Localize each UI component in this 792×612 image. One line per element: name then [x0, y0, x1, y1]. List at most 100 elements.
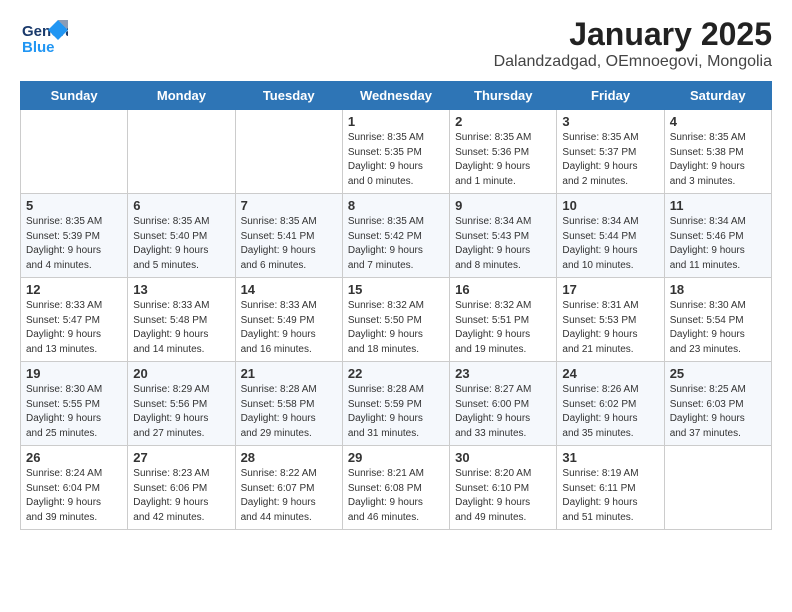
calendar-cell: 12 Sunrise: 8:33 AM Sunset: 5:47 PM Dayli… — [21, 278, 128, 362]
cell-info: Sunrise: 8:35 AM Sunset: 5:36 PM Dayligh… — [455, 131, 551, 189]
calendar-cell: 10 Sunrise: 8:34 AM Sunset: 5:44 PM Dayli… — [557, 194, 664, 278]
cell-info: Sunrise: 8:35 AM Sunset: 5:42 PM Dayligh… — [348, 215, 444, 273]
calendar-cell: 31 Sunrise: 8:19 AM Sunset: 6:11 PM Dayli… — [557, 446, 664, 530]
page-header: General Blue January 2025 Dalandzadgad, … — [20, 16, 772, 71]
cell-info: Sunrise: 8:28 AM Sunset: 5:58 PM Dayligh… — [241, 383, 337, 441]
calendar-cell: 18 Sunrise: 8:30 AM Sunset: 5:54 PM Dayli… — [664, 278, 771, 362]
date-number: 11 — [670, 198, 766, 213]
calendar-cell: 22 Sunrise: 8:28 AM Sunset: 5:59 PM Dayli… — [342, 362, 449, 446]
cell-info: Sunrise: 8:25 AM Sunset: 6:03 PM Dayligh… — [670, 383, 766, 441]
date-number: 29 — [348, 450, 444, 465]
date-number: 31 — [562, 450, 658, 465]
day-header-thursday: Thursday — [450, 82, 557, 110]
date-number: 21 — [241, 366, 337, 381]
cell-info: Sunrise: 8:32 AM Sunset: 5:50 PM Dayligh… — [348, 299, 444, 357]
calendar-cell: 7Sunrise: 8:35 AM Sunset: 5:41 PM Daylig… — [235, 194, 342, 278]
date-number: 20 — [133, 366, 229, 381]
date-number: 5 — [26, 198, 122, 213]
header-row: SundayMondayTuesdayWednesdayThursdayFrid… — [21, 82, 772, 110]
page-container: General Blue January 2025 Dalandzadgad, … — [0, 0, 792, 546]
date-number: 30 — [455, 450, 551, 465]
cell-info: Sunrise: 8:33 AM Sunset: 5:47 PM Dayligh… — [26, 299, 122, 357]
date-number: 2 — [455, 114, 551, 129]
day-header-friday: Friday — [557, 82, 664, 110]
cell-info: Sunrise: 8:23 AM Sunset: 6:06 PM Dayligh… — [133, 467, 229, 525]
calendar-cell: 15 Sunrise: 8:32 AM Sunset: 5:50 PM Dayli… — [342, 278, 449, 362]
date-number: 22 — [348, 366, 444, 381]
cell-info: Sunrise: 8:35 AM Sunset: 5:38 PM Dayligh… — [670, 131, 766, 189]
cell-info: Sunrise: 8:28 AM Sunset: 5:59 PM Dayligh… — [348, 383, 444, 441]
date-number: 12 — [26, 282, 122, 297]
calendar-cell — [664, 446, 771, 530]
date-number: 28 — [241, 450, 337, 465]
cell-info: Sunrise: 8:26 AM Sunset: 6:02 PM Dayligh… — [562, 383, 658, 441]
day-header-wednesday: Wednesday — [342, 82, 449, 110]
cell-info: Sunrise: 8:33 AM Sunset: 5:49 PM Dayligh… — [241, 299, 337, 357]
date-number: 16 — [455, 282, 551, 297]
date-number: 18 — [670, 282, 766, 297]
date-number: 24 — [562, 366, 658, 381]
cell-info: Sunrise: 8:22 AM Sunset: 6:07 PM Dayligh… — [241, 467, 337, 525]
date-number: 17 — [562, 282, 658, 297]
calendar-cell: 11 Sunrise: 8:34 AM Sunset: 5:46 PM Dayli… — [664, 194, 771, 278]
cell-info: Sunrise: 8:35 AM Sunset: 5:37 PM Dayligh… — [562, 131, 658, 189]
cell-info: Sunrise: 8:35 AM Sunset: 5:40 PM Dayligh… — [133, 215, 229, 273]
date-number: 6 — [133, 198, 229, 213]
calendar-cell: 19 Sunrise: 8:30 AM Sunset: 5:55 PM Dayli… — [21, 362, 128, 446]
calendar-cell: 5 Sunrise: 8:35 AM Sunset: 5:39 PM Daylig… — [21, 194, 128, 278]
cell-info: Sunrise: 8:30 AM Sunset: 5:54 PM Dayligh… — [670, 299, 766, 357]
calendar-cell: 28 Sunrise: 8:22 AM Sunset: 6:07 PM Dayli… — [235, 446, 342, 530]
cell-info: Sunrise: 8:29 AM Sunset: 5:56 PM Dayligh… — [133, 383, 229, 441]
date-number: 13 — [133, 282, 229, 297]
date-number: 3 — [562, 114, 658, 129]
calendar-cell: 29 Sunrise: 8:21 AM Sunset: 6:08 PM Dayli… — [342, 446, 449, 530]
calendar-cell: 24 Sunrise: 8:26 AM Sunset: 6:02 PM Dayli… — [557, 362, 664, 446]
cell-info: Sunrise: 8:19 AM Sunset: 6:11 PM Dayligh… — [562, 467, 658, 525]
cell-info: Sunrise: 8:27 AM Sunset: 6:00 PM Dayligh… — [455, 383, 551, 441]
subtitle: Dalandzadgad, OEmnoegovi, Mongolia — [494, 53, 772, 71]
calendar-cell: 23Sunrise: 8:27 AM Sunset: 6:00 PM Dayli… — [450, 362, 557, 446]
calendar-cell: 8 Sunrise: 8:35 AM Sunset: 5:42 PM Daylig… — [342, 194, 449, 278]
logo: General Blue — [20, 16, 68, 60]
calendar-cell: 1Sunrise: 8:35 AM Sunset: 5:35 PM Daylig… — [342, 110, 449, 194]
calendar-cell: 4 Sunrise: 8:35 AM Sunset: 5:38 PM Daylig… — [664, 110, 771, 194]
calendar-cell: 13Sunrise: 8:33 AM Sunset: 5:48 PM Dayli… — [128, 278, 235, 362]
calendar-cell — [235, 110, 342, 194]
date-number: 7 — [241, 198, 337, 213]
calendar-cell: 20 Sunrise: 8:29 AM Sunset: 5:56 PM Dayli… — [128, 362, 235, 446]
date-number: 8 — [348, 198, 444, 213]
calendar-cell: 25 Sunrise: 8:25 AM Sunset: 6:03 PM Dayli… — [664, 362, 771, 446]
cell-info: Sunrise: 8:21 AM Sunset: 6:08 PM Dayligh… — [348, 467, 444, 525]
week-row-3: 12 Sunrise: 8:33 AM Sunset: 5:47 PM Dayli… — [21, 278, 772, 362]
calendar-cell: 3 Sunrise: 8:35 AM Sunset: 5:37 PM Daylig… — [557, 110, 664, 194]
calendar-cell: 27 Sunrise: 8:23 AM Sunset: 6:06 PM Dayli… — [128, 446, 235, 530]
week-row-5: 26Sunrise: 8:24 AM Sunset: 6:04 PM Dayli… — [21, 446, 772, 530]
week-row-4: 19 Sunrise: 8:30 AM Sunset: 5:55 PM Dayli… — [21, 362, 772, 446]
date-number: 19 — [26, 366, 122, 381]
cell-info: Sunrise: 8:34 AM Sunset: 5:46 PM Dayligh… — [670, 215, 766, 273]
calendar-cell: 21 Sunrise: 8:28 AM Sunset: 5:58 PM Dayli… — [235, 362, 342, 446]
calendar-cell: 30 Sunrise: 8:20 AM Sunset: 6:10 PM Dayli… — [450, 446, 557, 530]
date-number: 14 — [241, 282, 337, 297]
date-number: 25 — [670, 366, 766, 381]
cell-info: Sunrise: 8:35 AM Sunset: 5:39 PM Dayligh… — [26, 215, 122, 273]
calendar-cell: 6 Sunrise: 8:35 AM Sunset: 5:40 PM Daylig… — [128, 194, 235, 278]
cell-info: Sunrise: 8:20 AM Sunset: 6:10 PM Dayligh… — [455, 467, 551, 525]
cell-info: Sunrise: 8:32 AM Sunset: 5:51 PM Dayligh… — [455, 299, 551, 357]
title-block: January 2025 Dalandzadgad, OEmnoegovi, M… — [494, 16, 772, 71]
date-number: 10 — [562, 198, 658, 213]
calendar-table: SundayMondayTuesdayWednesdayThursdayFrid… — [20, 81, 772, 530]
calendar-cell — [128, 110, 235, 194]
week-row-2: 5 Sunrise: 8:35 AM Sunset: 5:39 PM Daylig… — [21, 194, 772, 278]
date-number: 15 — [348, 282, 444, 297]
main-title: January 2025 — [494, 16, 772, 53]
logo-icon: General Blue — [20, 16, 68, 60]
cell-info: Sunrise: 8:34 AM Sunset: 5:44 PM Dayligh… — [562, 215, 658, 273]
date-number: 9 — [455, 198, 551, 213]
calendar-cell: 17Sunrise: 8:31 AM Sunset: 5:53 PM Dayli… — [557, 278, 664, 362]
cell-info: Sunrise: 8:34 AM Sunset: 5:43 PM Dayligh… — [455, 215, 551, 273]
date-number: 27 — [133, 450, 229, 465]
date-number: 4 — [670, 114, 766, 129]
week-row-1: 1Sunrise: 8:35 AM Sunset: 5:35 PM Daylig… — [21, 110, 772, 194]
cell-info: Sunrise: 8:30 AM Sunset: 5:55 PM Dayligh… — [26, 383, 122, 441]
